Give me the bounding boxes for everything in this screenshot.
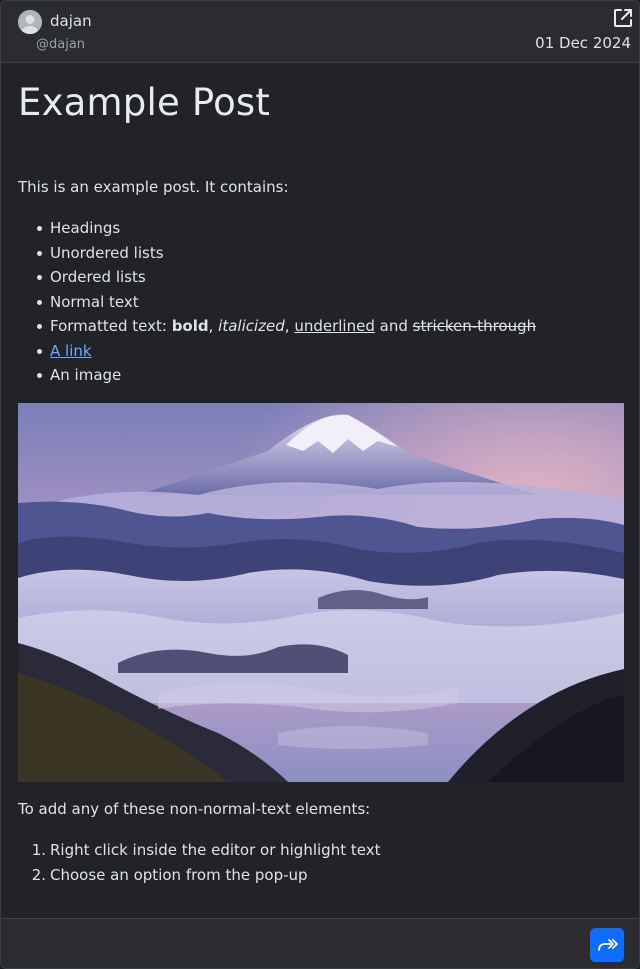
external-link-icon[interactable] bbox=[612, 7, 634, 29]
italic-text: italicized bbox=[218, 317, 285, 335]
formatted-prefix: Formatted text: bbox=[50, 317, 172, 335]
list-item: An image bbox=[18, 364, 536, 389]
share-forward-icon bbox=[598, 939, 618, 951]
user-avatar-icon bbox=[18, 10, 42, 34]
list-item-text: Ordered lists bbox=[50, 268, 146, 286]
list-item: Unordered lists bbox=[18, 242, 536, 267]
feature-list: Headings Unordered lists Ordered lists N… bbox=[18, 217, 536, 389]
separator: , bbox=[208, 317, 219, 335]
mountain-landscape-image bbox=[18, 403, 624, 782]
list-item: 1. Right click inside the editor or highl… bbox=[18, 839, 381, 864]
underlined-text: underlined bbox=[294, 317, 375, 335]
post-card: dajan @dajan 01 Dec 2024 Example Post Th… bbox=[0, 0, 640, 969]
post-footer bbox=[1, 918, 639, 968]
list-item: Formatted text: bold, italicized, underl… bbox=[18, 315, 536, 340]
step-number: 1. bbox=[31, 841, 46, 859]
author-handle: @dajan bbox=[36, 37, 86, 52]
list-item: Headings bbox=[18, 217, 536, 242]
list-item: A link bbox=[18, 340, 536, 365]
post-date: 01 Dec 2024 bbox=[535, 34, 631, 52]
author-name[interactable]: dajan bbox=[50, 12, 92, 30]
bold-text: bold bbox=[171, 317, 209, 335]
list-item-text: An image bbox=[50, 366, 122, 384]
intro-text: This is an example post. It contains: bbox=[18, 178, 289, 196]
list-item: Ordered lists bbox=[18, 266, 536, 291]
step-number: 2. bbox=[31, 865, 46, 884]
separator: , bbox=[284, 317, 295, 335]
outro-text: To add any of these non-normal-text elem… bbox=[18, 800, 371, 818]
avatar[interactable] bbox=[18, 10, 42, 34]
list-item-text: Normal text bbox=[50, 292, 139, 311]
list-item-text: Unordered lists bbox=[50, 243, 164, 262]
example-link[interactable]: A link bbox=[50, 342, 92, 360]
step-text: Choose an option from the pop-up bbox=[50, 865, 308, 884]
strikethrough-text: stricken-through bbox=[412, 317, 537, 335]
list-item: 2. Choose an option from the pop-up bbox=[18, 864, 380, 889]
post-title: Example Post bbox=[18, 81, 271, 124]
share-button[interactable] bbox=[590, 928, 624, 962]
conjunction: and bbox=[374, 317, 413, 335]
list-item-text: Headings bbox=[50, 219, 121, 237]
list-item: Normal text bbox=[18, 291, 536, 316]
step-text: Right click inside the editor or highlig… bbox=[50, 841, 381, 859]
steps-list: 1. Right click inside the editor or highl… bbox=[18, 839, 381, 889]
post-header: dajan @dajan 01 Dec 2024 bbox=[1, 1, 639, 63]
